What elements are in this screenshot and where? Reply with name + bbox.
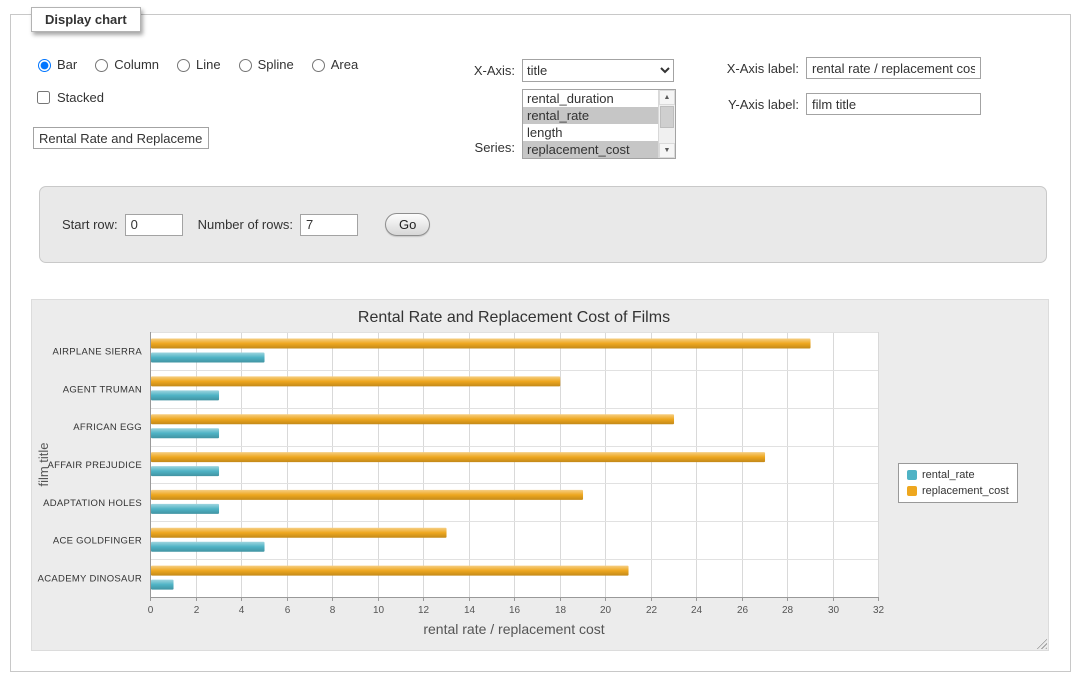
- svg-text:AGENT TRUMAN: AGENT TRUMAN: [63, 384, 142, 395]
- display-chart-panel: Display chart BarColumnLineSplineArea St…: [10, 14, 1071, 672]
- series-options: rental_durationrental_ratelengthreplacem…: [523, 90, 658, 158]
- chart-type-label: Line: [196, 57, 221, 72]
- svg-text:0: 0: [148, 605, 154, 616]
- stacked-option[interactable]: Stacked: [33, 88, 104, 107]
- chart-type-radio-column[interactable]: [95, 59, 108, 72]
- chart-type-option-column[interactable]: Column: [90, 56, 159, 72]
- svg-text:rental rate / replacement cost: rental rate / replacement cost: [423, 621, 604, 637]
- series-option-rental_duration[interactable]: rental_duration: [523, 90, 658, 107]
- series-listbox[interactable]: rental_durationrental_ratelengthreplacem…: [522, 89, 676, 159]
- series-option-length[interactable]: length: [523, 124, 658, 141]
- chart-type-radio-spline[interactable]: [239, 59, 252, 72]
- series-row: Series: rental_durationrental_ratelength…: [451, 89, 676, 159]
- x-axis-label-row: X-Axis label:: [711, 57, 981, 79]
- num-rows-label: Number of rows:: [198, 217, 293, 232]
- series-option-replacement_cost[interactable]: replacement_cost: [523, 141, 658, 158]
- svg-text:ACADEMY DINOSAUR: ACADEMY DINOSAUR: [38, 574, 142, 585]
- legend-item-replacement_cost[interactable]: replacement_cost: [907, 485, 1009, 497]
- chart-type-group: Bar Column Line Spline Area: [33, 56, 358, 72]
- svg-text:ADAPTATION HOLES: ADAPTATION HOLES: [43, 498, 142, 509]
- svg-text:20: 20: [600, 605, 612, 616]
- chart-type-option-line[interactable]: Line: [172, 56, 221, 72]
- svg-text:4: 4: [239, 605, 245, 616]
- x-axis-label-input[interactable]: [806, 57, 981, 79]
- start-row-input[interactable]: [125, 214, 183, 236]
- chart-legend: rental_rate replacement_cost: [898, 463, 1018, 503]
- y-axis-label-row: Y-Axis label:: [711, 93, 981, 115]
- legend-label: replacement_cost: [922, 485, 1009, 497]
- chart-type-option-bar[interactable]: Bar: [33, 56, 77, 72]
- chart-type-label: Bar: [57, 57, 77, 72]
- legend-label: rental_rate: [922, 469, 975, 481]
- y-axis-label-label: Y-Axis label:: [711, 97, 799, 112]
- scroll-down-icon[interactable]: ▼: [659, 143, 675, 158]
- chart-type-option-spline[interactable]: Spline: [234, 56, 294, 72]
- legend-swatch-icon: [907, 486, 917, 496]
- svg-text:10: 10: [373, 605, 385, 616]
- chart-type-radio-bar[interactable]: [38, 59, 51, 72]
- svg-text:24: 24: [691, 605, 703, 616]
- chart-type-option-area[interactable]: Area: [307, 56, 358, 72]
- svg-text:28: 28: [782, 605, 794, 616]
- chart-type-label: Area: [331, 57, 358, 72]
- chart-type-radio-line[interactable]: [177, 59, 190, 72]
- svg-text:8: 8: [330, 605, 336, 616]
- svg-text:14: 14: [464, 605, 476, 616]
- svg-text:AFRICAN EGG: AFRICAN EGG: [73, 422, 142, 433]
- svg-text:film title: film title: [36, 442, 51, 486]
- svg-text:12: 12: [418, 605, 430, 616]
- x-axis-row: X-Axis: title: [451, 59, 674, 82]
- svg-text:Rental Rate and Replacement Co: Rental Rate and Replacement Cost of Film…: [358, 309, 670, 326]
- series-label: Series:: [451, 140, 515, 155]
- legend-item-rental_rate[interactable]: rental_rate: [907, 469, 1009, 481]
- svg-text:18: 18: [555, 605, 567, 616]
- chart-svg: AIRPLANE SIERRA AGENT TRUMAN AFRICAN EGG AF…: [32, 300, 1048, 650]
- svg-text:22: 22: [646, 605, 658, 616]
- scrollbar-track[interactable]: [659, 105, 675, 143]
- row-range-panel: Start row: Number of rows: Go: [39, 186, 1047, 263]
- svg-text:16: 16: [509, 605, 521, 616]
- svg-text:AFFAIR PREJUDICE: AFFAIR PREJUDICE: [47, 460, 142, 471]
- svg-text:AIRPLANE SIERRA: AIRPLANE SIERRA: [53, 346, 143, 357]
- series-option-rental_rate[interactable]: rental_rate: [523, 107, 658, 124]
- x-axis-select[interactable]: title: [522, 59, 674, 82]
- svg-text:30: 30: [828, 605, 840, 616]
- y-axis-label-input[interactable]: [806, 93, 981, 115]
- scrollbar-thumb[interactable]: [660, 106, 674, 128]
- chart-container: AIRPLANE SIERRA AGENT TRUMAN AFRICAN EGG AF…: [31, 299, 1049, 651]
- panel-title: Display chart: [31, 7, 141, 32]
- x-axis-label-label: X-Axis label:: [711, 61, 799, 76]
- chart-title-input[interactable]: [33, 127, 209, 149]
- chart-type-label: Column: [114, 57, 159, 72]
- scroll-up-icon[interactable]: ▲: [659, 90, 675, 105]
- stacked-checkbox[interactable]: [37, 91, 50, 104]
- chart-type-radio-area[interactable]: [312, 59, 325, 72]
- legend-swatch-icon: [907, 470, 917, 480]
- svg-text:ACE GOLDFINGER: ACE GOLDFINGER: [53, 536, 142, 547]
- svg-text:2: 2: [194, 605, 200, 616]
- start-row-label: Start row:: [62, 217, 118, 232]
- svg-text:26: 26: [737, 605, 749, 616]
- svg-text:32: 32: [873, 605, 885, 616]
- stacked-label: Stacked: [57, 90, 104, 105]
- chart-type-label: Spline: [258, 57, 294, 72]
- svg-text:6: 6: [285, 605, 291, 616]
- x-axis-select-label: X-Axis:: [451, 63, 515, 78]
- num-rows-input[interactable]: [300, 214, 358, 236]
- series-scrollbar[interactable]: ▲ ▼: [658, 90, 675, 158]
- go-button[interactable]: Go: [385, 213, 430, 236]
